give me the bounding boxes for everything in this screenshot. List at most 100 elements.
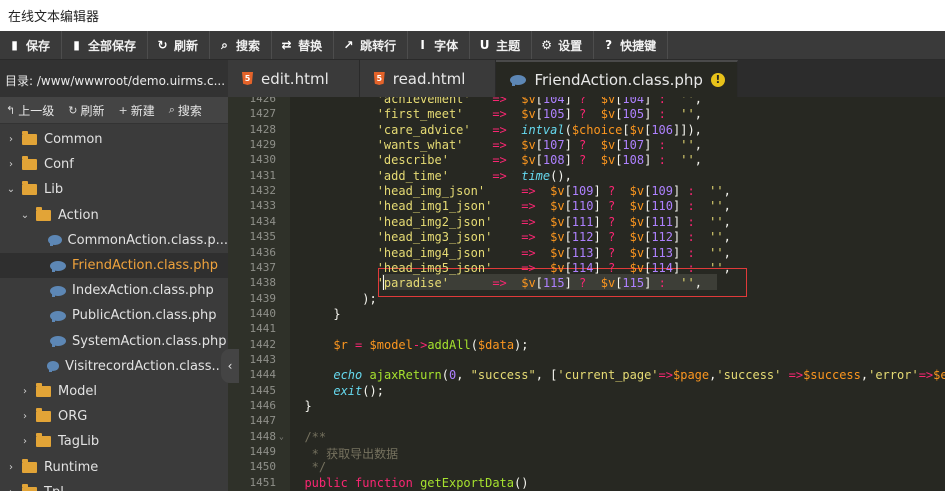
tree-file[interactable]: FriendAction.class.php xyxy=(0,252,228,279)
code-line[interactable]: 'describe' => $v[108] ? $v[108] : '', xyxy=(290,153,702,167)
tree-folder[interactable]: › ORG xyxy=(0,404,228,429)
search-icon: ⌕ xyxy=(221,37,228,52)
php-file-icon xyxy=(50,285,66,297)
code-line[interactable]: 'head_img_json' => $v[109] ? $v[109] : '… xyxy=(290,184,731,198)
up-level-icon: ↰ xyxy=(6,103,16,117)
tree-folder[interactable]: › Common xyxy=(0,127,228,152)
tree-item-label: ORG xyxy=(58,409,88,425)
code-line[interactable]: echo ajaxReturn(0, "success", ['current_… xyxy=(290,368,945,382)
code-line[interactable]: 'head_img5_json' => $v[114] ? $v[114] : … xyxy=(290,261,731,275)
line-number: 1430 xyxy=(249,153,277,167)
code-line[interactable]: */ xyxy=(290,460,326,474)
code-line[interactable]: 'head_img3_json' => $v[112] ? $v[112] : … xyxy=(290,230,731,244)
line-number: 1445 xyxy=(249,383,277,397)
sidebar-action-up-level[interactable]: ↰ 上一级 xyxy=(0,102,62,119)
code-line[interactable]: 'add_time' => time(), xyxy=(290,169,572,183)
tree-folder[interactable]: › Tpl xyxy=(0,480,228,491)
toolbar-button-save-all[interactable]: ▮ 全部保存 xyxy=(62,31,149,59)
toolbar-button-label: 字体 xyxy=(434,38,459,53)
tree-folder[interactable]: › TagLib xyxy=(0,429,228,454)
toolbar-button-theme[interactable]: U 主题 xyxy=(470,31,533,59)
code-line[interactable]: public function getExportData() xyxy=(290,476,528,490)
tab-read-html[interactable]: 5 read.html xyxy=(359,60,497,97)
code-line[interactable]: 'head_img4_json' => $v[113] ? $v[113] : … xyxy=(290,246,731,260)
fold-chevron-icon[interactable]: ⌄ xyxy=(279,432,284,441)
line-number: 1435 xyxy=(249,230,277,244)
tree-file[interactable]: PublicAction.class.php xyxy=(0,303,228,328)
tree-folder[interactable]: ⌄ Action xyxy=(0,203,228,228)
code-line[interactable]: 'wants_what' => $v[107] ? $v[107] : '', xyxy=(290,138,702,152)
code-line[interactable]: 'first_meet' => $v[105] ? $v[105] : '', xyxy=(290,107,702,121)
code-line[interactable]: 'head_img1_json' => $v[110] ? $v[110] : … xyxy=(290,199,731,213)
code-line[interactable]: } xyxy=(290,399,311,413)
file-tree: › Common › Conf ⌄ Lib ⌄ Action CommonAction.clas… xyxy=(0,124,228,491)
folder-icon xyxy=(36,206,51,221)
tree-item-label: VisitrecordAction.class.... xyxy=(65,358,228,374)
toolbar-button-save[interactable]: ▮ 保存 xyxy=(0,31,63,59)
code-line[interactable]: /** xyxy=(290,430,326,444)
tree-item-label: Common xyxy=(44,132,103,148)
save-icon: ▮ xyxy=(11,38,18,52)
code-line[interactable]: 'achievement' => $v[104] ? $v[104] : '', xyxy=(290,97,702,106)
sidebar-action-refresh[interactable]: ↻ 刷新 xyxy=(62,102,112,119)
line-number: 1451 xyxy=(249,475,277,489)
code-line[interactable]: ); xyxy=(290,292,376,306)
line-number: 1439 xyxy=(249,291,277,305)
tree-file[interactable]: VisitrecordAction.class.... xyxy=(0,354,228,379)
tab-label: read.html xyxy=(392,69,466,88)
toolbar-button-goto-line[interactable]: ↗ 跳转行 xyxy=(334,31,409,59)
toolbar-button-font[interactable]: I 字体 xyxy=(408,31,471,59)
sidebar-collapse-button[interactable]: ‹ xyxy=(221,349,239,383)
folder-icon xyxy=(36,382,51,397)
line-number: 1429 xyxy=(249,138,277,152)
toolbar-button-replace[interactable]: ⇄ 替换 xyxy=(272,31,335,59)
tree-file[interactable]: SystemAction.class.php xyxy=(0,329,228,354)
chevron-down-icon: ⌄ xyxy=(20,209,30,221)
tree-item-label: IndexAction.class.php xyxy=(72,283,214,299)
toolbar-button-label: 搜索 xyxy=(236,38,261,53)
toolbar-button-settings[interactable]: ⚙ 设置 xyxy=(532,31,595,59)
code-line[interactable]: 'care_advice' => intval($choice[$v[106]]… xyxy=(290,123,702,137)
tab-friendaction-class-php[interactable]: FriendAction.class.php! xyxy=(496,60,738,97)
tree-file[interactable]: IndexAction.class.php xyxy=(0,278,228,303)
toolbar-button-shortcut[interactable]: ? 快捷键 xyxy=(594,31,669,59)
replace-icon: ⇄ xyxy=(281,38,292,52)
font-icon: I xyxy=(420,38,425,52)
sidebar-action-new[interactable]: + 新建 xyxy=(112,102,162,119)
chevron-right-icon: › xyxy=(4,487,18,491)
code-line[interactable]: } xyxy=(290,307,340,321)
folder-icon xyxy=(22,156,37,171)
toolbar-button-label: 保存 xyxy=(26,38,51,53)
chevron-right-icon: › xyxy=(9,134,13,146)
code-line[interactable]: 'paradise' => $v[115] ? $v[115] : '', xyxy=(290,276,702,290)
tree-folder[interactable]: › Runtime xyxy=(0,454,228,479)
tree-folder[interactable]: › Model xyxy=(0,379,228,404)
line-number: 1426 xyxy=(249,97,277,105)
toolbar-button-refresh[interactable]: ↻ 刷新 xyxy=(148,31,211,59)
php-file-icon xyxy=(50,310,66,322)
file-sidebar: 目录: /www/wwwroot/demo.uirms.c... ↰ 上一级 ↻ 刷新… xyxy=(0,60,228,491)
tree-folder[interactable]: ⌄ Lib xyxy=(0,177,228,202)
tree-folder[interactable]: › Conf xyxy=(0,152,228,177)
tab-edit-html[interactable]: 5 edit.html xyxy=(228,60,360,97)
sidebar-action-label: 新建 xyxy=(130,103,155,118)
refresh-icon: ↻ xyxy=(157,38,168,52)
window-title: 在线文本编辑器 xyxy=(0,0,945,31)
sidebar-action-search[interactable]: ⌕ 搜索 xyxy=(163,102,210,119)
line-number: 1440 xyxy=(249,306,277,320)
refresh-icon: ↻ xyxy=(68,103,78,117)
goto-line-icon: ↗ xyxy=(343,38,354,52)
toolbar-button-label: 替换 xyxy=(298,38,323,53)
tree-file[interactable]: CommonAction.class.p... xyxy=(0,228,228,253)
tree-item-label: Tpl xyxy=(44,485,64,491)
code-line[interactable]: exit(); xyxy=(290,384,384,398)
directory-path: 目录: /www/wwwroot/demo.uirms.c... xyxy=(0,60,228,97)
code-line[interactable]: $r = $model->addAll($data); xyxy=(290,338,528,352)
code-editor[interactable]: 1426 1427 1428 1429 1430 1431 1432 1433 1434 1435… xyxy=(228,97,945,491)
code-line[interactable]: 'head_img2_json' => $v[111] ? $v[111] : … xyxy=(290,215,731,229)
tree-item-label: SystemAction.class.php xyxy=(72,333,227,349)
folder-icon xyxy=(36,408,51,423)
tab-bar: 5 edit.html 5 read.html FriendAction.class.p… xyxy=(228,60,945,97)
line-number: 1436 xyxy=(249,245,277,259)
toolbar-button-search[interactable]: ⌕ 搜索 xyxy=(210,31,273,59)
